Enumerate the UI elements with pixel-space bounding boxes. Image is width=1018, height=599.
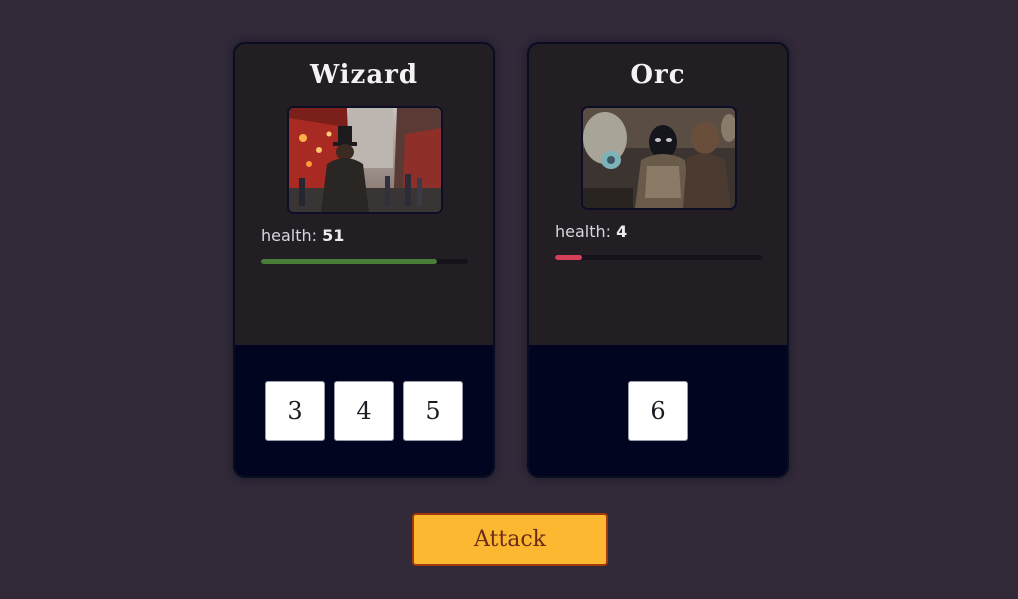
character-name: Wizard bbox=[309, 60, 419, 90]
health-bar-fill bbox=[555, 255, 582, 260]
dice-tray: 6 bbox=[529, 345, 787, 476]
attack-button[interactable]: Attack bbox=[412, 513, 608, 566]
health-label: health: bbox=[261, 226, 318, 245]
game-stage: Wizard health: 51 3 4 5 Orc health: 4 6 … bbox=[0, 0, 1018, 599]
health-bar-fill bbox=[261, 259, 437, 264]
health-bar bbox=[555, 255, 762, 260]
die[interactable]: 5 bbox=[403, 380, 463, 441]
die[interactable]: 4 bbox=[334, 380, 394, 441]
health-value: 4 bbox=[616, 222, 628, 241]
character-card-orc: Orc health: 4 6 bbox=[527, 42, 789, 478]
die[interactable]: 3 bbox=[265, 380, 325, 441]
character-card-wizard: Wizard health: 51 3 4 5 bbox=[233, 42, 495, 478]
health-label: health: bbox=[555, 222, 612, 241]
dice-tray: 3 4 5 bbox=[235, 345, 493, 476]
die[interactable]: 6 bbox=[628, 380, 688, 441]
health-readout: health: 4 bbox=[555, 222, 627, 241]
health-readout: health: 51 bbox=[261, 226, 344, 245]
health-bar bbox=[261, 259, 468, 264]
health-value: 51 bbox=[322, 226, 345, 245]
character-portrait-image bbox=[287, 106, 443, 214]
character-name: Orc bbox=[630, 60, 686, 90]
character-portrait-image bbox=[581, 106, 737, 210]
